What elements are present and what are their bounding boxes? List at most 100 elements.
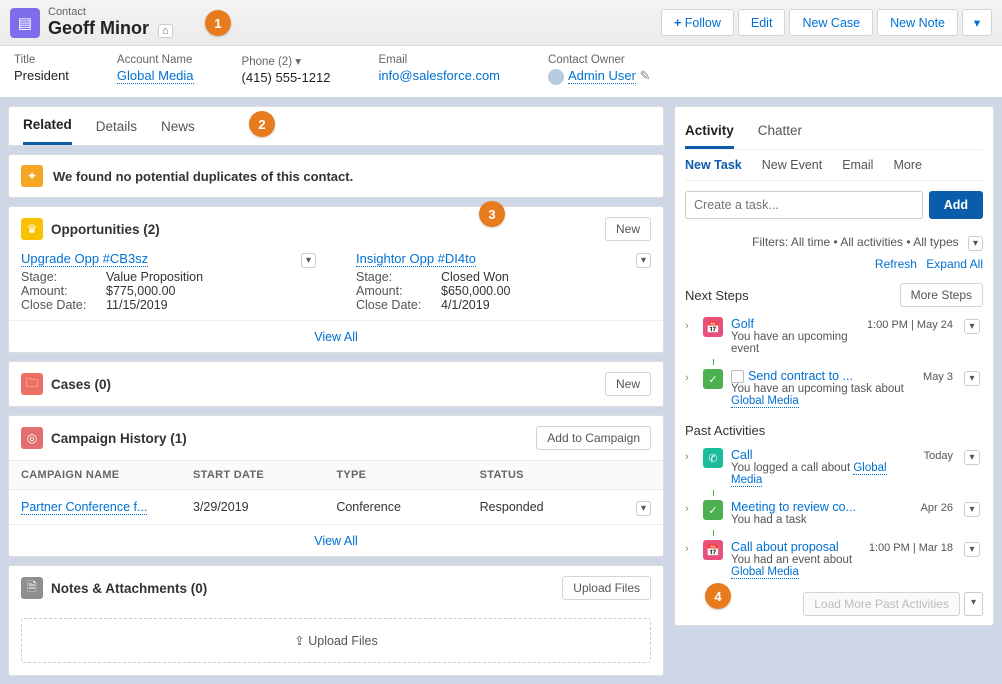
tab-activity[interactable]: Activity [685,115,734,149]
cases-card: 🗀 Cases (0) New [8,361,664,407]
callout-4: 4 [705,583,731,609]
subtab-email[interactable]: Email [842,158,873,172]
duplicates-icon: ✦ [21,165,43,187]
opportunities-title: Opportunities (2) [51,222,597,237]
title-value: President [14,68,69,83]
campaign-icon: ◎ [21,427,43,449]
activity-panel: Activity Chatter New Task New Event Emai… [674,106,994,626]
tab-related[interactable]: Related [23,107,72,145]
opps-view-all-link[interactable]: View All [314,330,358,344]
activity-menu-button[interactable]: ▾ [964,371,979,386]
activity-item: › ✓ Send contract to ... You have an upc… [685,365,983,411]
follow-button[interactable]: + Follow [661,9,734,36]
activity-link[interactable]: Send contract to ... [748,369,853,383]
left-tabs: Related Details News 2 [8,106,664,146]
related-link[interactable]: Global Media [731,566,799,579]
col-campaign-name: CAMPAIGN NAME [21,469,193,481]
hierarchy-icon[interactable]: ⌂ [158,24,173,38]
campaign-link[interactable]: Partner Conference f... [21,500,147,515]
filters-text: Filters: All time • All activities • All… [752,235,958,249]
call-icon: ✆ [703,448,723,468]
expand-icon[interactable]: › [685,540,695,555]
tab-details[interactable]: Details [96,109,137,144]
activity-item: › ✆ Call You logged a call about Global … [685,444,983,490]
load-more-button[interactable]: Load More Past Activities [803,592,960,616]
activity-link[interactable]: Meeting to review co... [731,500,856,514]
expand-icon[interactable]: › [685,369,695,384]
col-type: TYPE [336,469,479,481]
phone-dropdown-icon[interactable]: ▾ [295,56,301,68]
add-to-campaign-button[interactable]: Add to Campaign [536,426,651,450]
title-label: Title [14,54,69,66]
header-actions: + Follow Edit New Case New Note ▾ [661,9,992,36]
attachments-icon: 🗎 [21,577,43,599]
opportunity-link[interactable]: Insightor Opp #DI4to [356,251,476,267]
activity-menu-button[interactable]: ▾ [964,450,979,465]
expand-icon[interactable]: › [685,317,695,332]
campaign-view-all-link[interactable]: View All [314,534,358,548]
upload-icon: ⇪ [294,634,308,648]
owner-edit-icon[interactable]: ✎ [640,68,651,83]
task-icon: ✓ [703,500,723,520]
owner-link[interactable]: Admin User [568,68,636,84]
cases-title: Cases (0) [51,377,597,392]
account-label: Account Name [117,54,194,66]
new-case-button-list[interactable]: New [605,372,651,396]
expand-icon[interactable]: › [685,500,695,515]
record-type: Contact [48,6,173,18]
related-link[interactable]: Global Media [731,395,799,408]
subtab-new-task[interactable]: New Task [685,158,742,172]
callout-2: 2 [249,111,275,137]
highlights-panel: Title President Account Name Global Medi… [0,46,1002,100]
more-steps-button[interactable]: More Steps [900,283,983,307]
activity-link[interactable]: Call [731,448,753,462]
record-header: ▤ Contact Geoff Minor ⌂ + Follow Edit Ne… [0,0,1002,46]
phone-value: (415) 555-1212 [242,70,331,85]
campaign-row-menu[interactable]: ▾ [636,501,651,516]
filters-menu-button[interactable]: ▾ [968,236,983,251]
activity-menu-button[interactable]: ▾ [964,502,979,517]
owner-avatar-icon [548,69,564,85]
campaign-card: ◎ Campaign History (1) Add to Campaign C… [8,415,664,557]
opportunities-card: 3 ♛ Opportunities (2) New ▾ Upgrade Opp … [8,206,664,353]
upload-dropzone[interactable]: ⇪ Upload Files [21,618,651,663]
activity-link[interactable]: Golf [731,317,754,331]
activity-menu-button[interactable]: ▾ [964,319,979,334]
email-label: Email [378,54,500,66]
notes-title: Notes & Attachments (0) [51,581,554,596]
new-case-button[interactable]: New Case [789,9,873,36]
expand-icon[interactable]: › [685,448,695,463]
next-steps-title: Next Steps [685,288,749,303]
subtab-more[interactable]: More [893,158,921,172]
account-link[interactable]: Global Media [117,68,194,84]
col-status: STATUS [480,469,623,481]
load-more-menu[interactable]: ▾ [964,592,983,616]
tab-chatter[interactable]: Chatter [758,115,802,149]
campaign-row: Partner Conference f... 3/29/2019 Confer… [9,490,663,524]
add-task-button[interactable]: Add [929,191,983,219]
activity-menu-button[interactable]: ▾ [964,542,979,557]
new-note-button[interactable]: New Note [877,9,958,36]
activity-link[interactable]: Call about proposal [731,540,839,554]
opp-menu-button[interactable]: ▾ [636,253,651,268]
record-name: Geoff Minor [48,18,149,38]
owner-label: Contact Owner [548,54,650,66]
opportunity-link[interactable]: Upgrade Opp #CB3sz [21,251,148,267]
cases-icon: 🗀 [21,373,43,395]
expand-all-link[interactable]: Expand All [926,257,983,271]
tab-news[interactable]: News [161,109,195,144]
upload-files-button[interactable]: Upload Files [562,576,651,600]
more-actions-button[interactable]: ▾ [962,9,992,36]
opp-menu-button[interactable]: ▾ [301,253,316,268]
create-task-input[interactable] [685,191,923,219]
past-activities-title: Past Activities [685,423,765,438]
opportunity-item: ▾ Upgrade Opp #CB3sz Stage:Value Proposi… [21,251,316,312]
email-link[interactable]: info@salesforce.com [378,68,500,83]
activity-item: › 📅 Call about proposal You had an event… [685,536,983,582]
col-start-date: START DATE [193,469,336,481]
task-checkbox[interactable] [731,370,744,383]
new-opportunity-button[interactable]: New [605,217,651,241]
edit-button[interactable]: Edit [738,9,786,36]
refresh-link[interactable]: Refresh [875,257,917,271]
subtab-new-event[interactable]: New Event [762,158,822,172]
